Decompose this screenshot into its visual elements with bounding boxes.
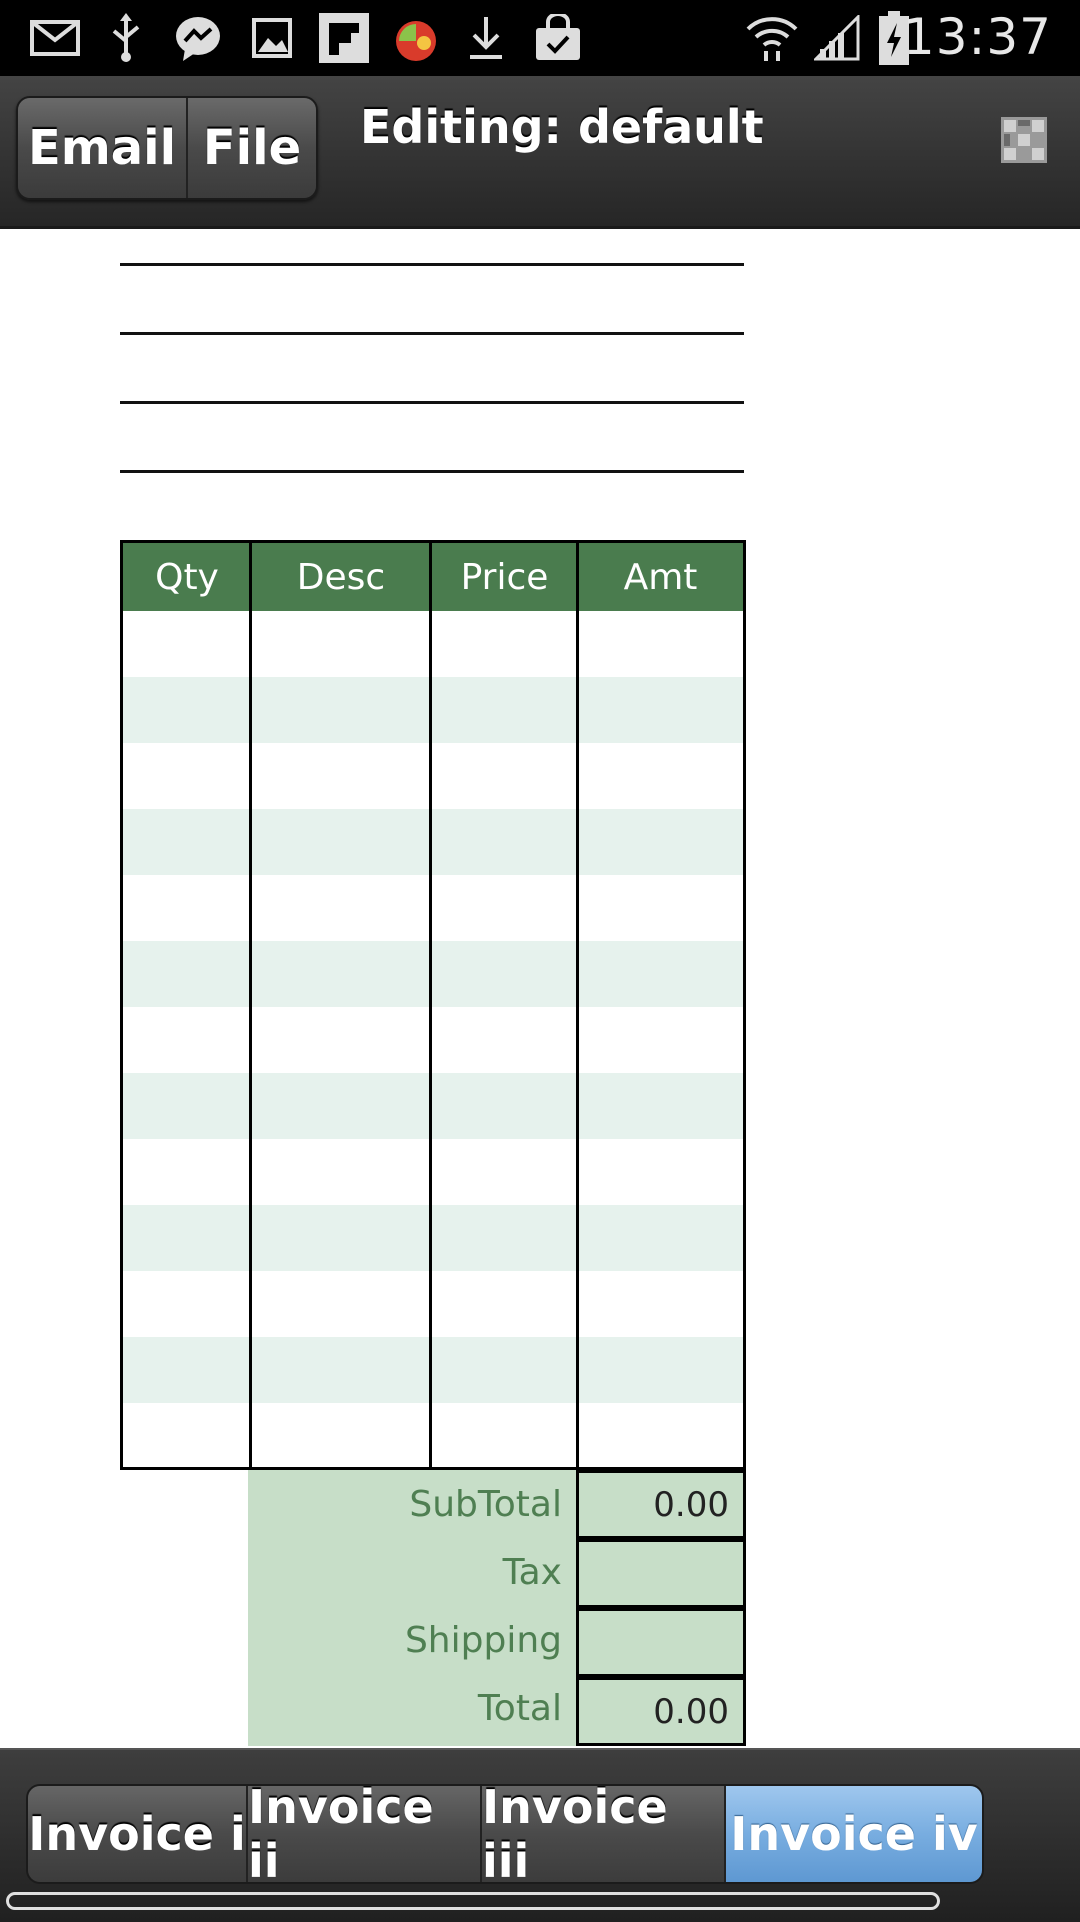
page-title: Editing: default [360, 100, 764, 154]
address-line[interactable] [120, 401, 744, 404]
column-header-amt: Amt [623, 556, 698, 598]
tax-label: Tax [502, 1552, 562, 1593]
table-row[interactable] [123, 1073, 743, 1139]
subtotal-value: 0.00 [576, 1470, 746, 1539]
table-row[interactable] [123, 809, 743, 875]
tab-invoice-iv[interactable]: Invoice iv [726, 1786, 982, 1882]
tab-invoice-i[interactable]: Invoice i [28, 1786, 248, 1882]
table-row[interactable] [123, 1007, 743, 1073]
invoice-tabs: Invoice i Invoice ii Invoice iii Invoice… [26, 1784, 984, 1884]
address-line[interactable] [120, 332, 744, 335]
invoice-table: Qty Desc Price Amt [120, 540, 746, 1470]
grid-menu-icon[interactable] [1000, 116, 1048, 164]
table-row[interactable] [123, 611, 743, 677]
status-bar: 13:37 [0, 0, 1080, 76]
column-divider [429, 543, 432, 1467]
email-icon [28, 14, 82, 62]
table-row[interactable] [123, 875, 743, 941]
table-row[interactable] [123, 1205, 743, 1271]
signal-icon [812, 14, 862, 62]
column-header-desc: Desc [296, 556, 386, 598]
address-line[interactable] [120, 263, 744, 266]
fruit-app-icon [390, 14, 442, 62]
tab-invoice-ii[interactable]: Invoice ii [248, 1786, 482, 1882]
table-row[interactable] [123, 941, 743, 1007]
subtotal-label: SubTotal [409, 1484, 562, 1525]
usb-icon [104, 13, 148, 62]
column-divider [249, 543, 252, 1467]
image-icon [250, 14, 294, 62]
column-header-price: Price [460, 556, 549, 598]
wifi-icon [746, 14, 798, 62]
column-header-qty: Qty [155, 556, 219, 598]
table-row[interactable] [123, 743, 743, 809]
tax-field[interactable] [576, 1539, 746, 1608]
clock: 13:37 [902, 8, 1052, 66]
table-row[interactable] [123, 1271, 743, 1337]
messenger-icon [172, 14, 224, 62]
tab-invoice-iii[interactable]: Invoice iii [482, 1786, 726, 1882]
download-icon [464, 14, 508, 62]
total-label: Total [477, 1688, 562, 1729]
column-divider [576, 543, 579, 1467]
table-header: Qty Desc Price Amt [123, 543, 743, 611]
table-row[interactable] [123, 1403, 743, 1469]
email-button[interactable]: Email [18, 98, 188, 198]
shopping-bag-icon [532, 14, 584, 62]
table-row[interactable] [123, 1337, 743, 1403]
shipping-label: Shipping [404, 1620, 562, 1661]
table-row[interactable] [123, 1139, 743, 1205]
total-value: 0.00 [576, 1677, 746, 1746]
action-button-group: Email File [16, 96, 318, 200]
table-row[interactable] [123, 677, 743, 743]
file-button[interactable]: File [188, 98, 316, 198]
totals-panel: SubTotal Tax Shipping Total [248, 1470, 576, 1746]
address-line[interactable] [120, 470, 744, 473]
horizontal-scrollbar[interactable] [6, 1892, 940, 1910]
action-bar: Email File Editing: default [0, 76, 1080, 229]
flipboard-icon [318, 13, 370, 63]
shipping-field[interactable] [576, 1608, 746, 1677]
